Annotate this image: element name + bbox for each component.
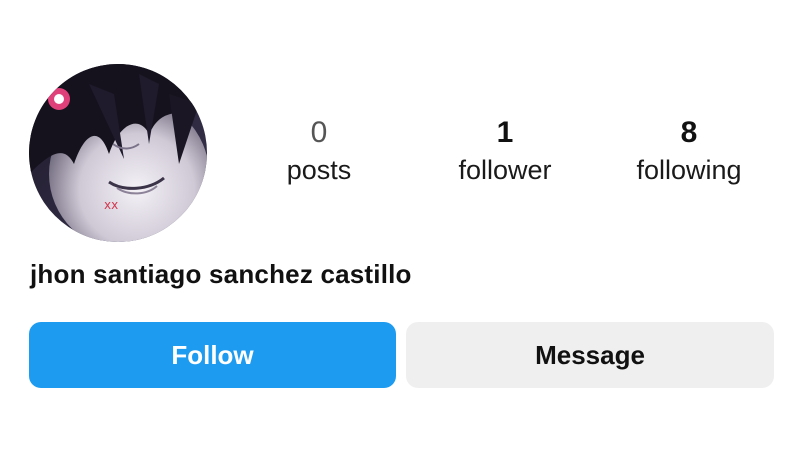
profile-name: jhon santiago sanchez castillo <box>30 259 412 289</box>
followers-count: 1 <box>496 116 514 149</box>
stat-posts[interactable]: 0 posts <box>234 114 404 188</box>
follow-button[interactable]: Follow <box>29 322 396 388</box>
following-label: following <box>636 155 742 185</box>
stat-following[interactable]: 8 following <box>604 114 774 188</box>
cropped-header-fragment <box>20 0 360 6</box>
followers-label: follower <box>458 155 552 185</box>
posts-count: 0 <box>310 116 328 149</box>
posts-label: posts <box>286 155 352 185</box>
following-count: 8 <box>680 116 698 149</box>
svg-text:xx: xx <box>104 198 118 212</box>
message-button[interactable]: Message <box>406 322 774 388</box>
stat-followers[interactable]: 1 follower <box>420 114 590 188</box>
profile-stats: 0 posts 1 follower 8 following <box>0 114 800 194</box>
profile-header: xx 0 posts 1 follower 8 following jhon s… <box>0 0 800 450</box>
